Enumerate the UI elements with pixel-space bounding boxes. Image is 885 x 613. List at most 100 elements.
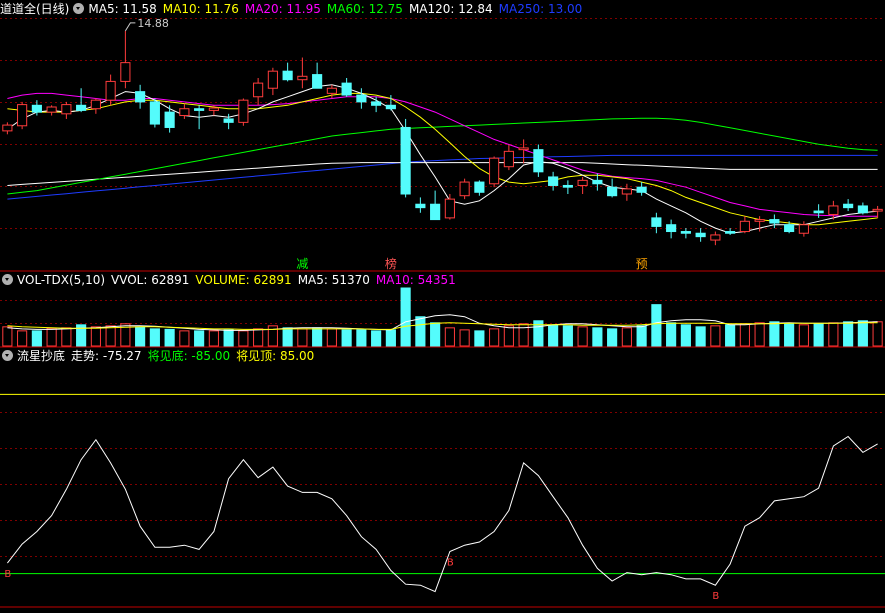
buy-signal-mark: B bbox=[447, 557, 454, 568]
volume-bar bbox=[813, 323, 824, 347]
ma-legend-item-5: MA250: 13.00 bbox=[498, 2, 583, 16]
volume-bar bbox=[577, 326, 588, 347]
candle-body bbox=[282, 70, 293, 81]
ma120-line bbox=[7, 162, 878, 186]
candle-body bbox=[46, 106, 57, 113]
chart-canvas: 14.88 B B B bbox=[0, 17, 885, 608]
dropdown-icon[interactable] bbox=[73, 3, 85, 14]
vol-legend-item-1: VOLUME: 62891 bbox=[195, 273, 292, 287]
candle-body bbox=[149, 101, 160, 125]
volume-bar bbox=[149, 328, 160, 347]
buy-signal-mark: B bbox=[4, 569, 11, 580]
signal-marker-2: 预 bbox=[635, 257, 648, 271]
vol-legend-item-0: VVOL: 62891 bbox=[111, 273, 190, 287]
volume-bar bbox=[725, 324, 736, 347]
candle-body bbox=[194, 108, 205, 111]
stock-chart-window[interactable]: 14.88 B B B 道道全(日线) MA5: 11.58 MA10: 11.76 MA… bbox=[0, 0, 885, 613]
volume-bar bbox=[621, 327, 632, 347]
volume-bar bbox=[592, 327, 603, 347]
vol-legend-item-2: MA5: 51370 bbox=[297, 273, 370, 287]
candle-body bbox=[179, 108, 190, 117]
volume-bar bbox=[666, 322, 677, 347]
volume-bar bbox=[548, 324, 559, 347]
ma20-line bbox=[7, 92, 878, 217]
candle-body bbox=[533, 149, 544, 173]
volume-bar bbox=[710, 325, 721, 347]
ma-legend: MA5: 11.58 MA10: 11.76 MA20: 11.95 MA60: 12… bbox=[88, 2, 588, 16]
candle-body bbox=[621, 188, 632, 195]
candle-body bbox=[769, 219, 780, 224]
candle-body bbox=[61, 104, 72, 115]
candle-body bbox=[385, 104, 396, 110]
ma10-line bbox=[7, 92, 878, 226]
volume-bar bbox=[46, 327, 57, 347]
volume-bar bbox=[489, 328, 500, 347]
volume-bar bbox=[784, 323, 795, 347]
candle-body bbox=[872, 208, 883, 212]
candle-body bbox=[444, 198, 455, 219]
candle-body bbox=[710, 234, 721, 241]
volume-bar bbox=[312, 327, 323, 347]
volume-bar bbox=[739, 323, 750, 347]
volume-bar bbox=[341, 329, 352, 347]
volume-bar bbox=[17, 330, 28, 347]
volume-bar bbox=[636, 325, 647, 347]
candle-body bbox=[223, 118, 234, 123]
candle-body bbox=[2, 124, 13, 132]
ind-legend-item-0: 走势: -75.27 bbox=[71, 349, 142, 363]
candle-body bbox=[326, 87, 337, 94]
candle-body bbox=[238, 99, 249, 123]
candle-body bbox=[518, 147, 529, 151]
volume-panel-header: VOL-TDX(5,10) VVOL: 62891 VOLUME: 62891 MA5… bbox=[0, 272, 468, 288]
candle-body bbox=[415, 203, 426, 209]
volume-bar bbox=[238, 330, 249, 347]
candle-body bbox=[90, 99, 101, 110]
volume-bar bbox=[459, 329, 470, 347]
volume-bar bbox=[444, 327, 455, 347]
dropdown-icon[interactable] bbox=[2, 274, 13, 285]
volume-legend: VVOL: 62891 VOLUME: 62891 MA5: 51370 MA10: … bbox=[111, 273, 462, 287]
vol-legend-item-3: MA10: 54351 bbox=[375, 273, 456, 287]
candle-body bbox=[135, 91, 146, 103]
candle-body bbox=[341, 82, 352, 96]
volume-bar bbox=[400, 287, 411, 347]
candle-body bbox=[592, 179, 603, 185]
main-panel-header: 道道全(日线) MA5: 11.58 MA10: 11.76 MA20: 11.95 M… bbox=[0, 1, 594, 17]
volume-bar bbox=[430, 322, 441, 347]
ma-legend-item-3: MA60: 12.75 bbox=[326, 2, 403, 16]
high-label: 14.88 bbox=[137, 17, 169, 30]
candle-body bbox=[17, 104, 28, 127]
candle-body bbox=[548, 176, 559, 186]
volume-bar bbox=[754, 322, 765, 347]
volume-bar bbox=[356, 329, 367, 347]
candle-body bbox=[577, 179, 588, 186]
candle-body bbox=[371, 101, 382, 106]
candle-body bbox=[489, 157, 500, 185]
candle-body bbox=[843, 203, 854, 209]
candle-body bbox=[813, 210, 824, 214]
volume-bar bbox=[164, 328, 175, 347]
candle-body bbox=[636, 186, 647, 193]
candle-body bbox=[695, 232, 706, 238]
buy-signal-mark: B bbox=[712, 591, 719, 602]
volume-bar bbox=[843, 321, 854, 347]
volume-bar bbox=[135, 326, 146, 347]
volume-bar bbox=[282, 327, 293, 347]
ma60-line bbox=[7, 117, 878, 195]
volume-bar bbox=[326, 328, 337, 347]
candle-body bbox=[666, 224, 677, 233]
volume-bar bbox=[253, 328, 264, 347]
candle-body bbox=[562, 184, 573, 188]
volume-bar bbox=[769, 321, 780, 347]
volume-bar bbox=[297, 328, 308, 347]
dropdown-icon[interactable] bbox=[2, 350, 13, 361]
volume-bar bbox=[2, 326, 13, 347]
volume-bar bbox=[415, 316, 426, 347]
volume-bar bbox=[61, 327, 72, 347]
candle-body bbox=[784, 224, 795, 233]
volume-bar bbox=[503, 325, 514, 347]
volume-bar bbox=[179, 330, 190, 347]
candle-body bbox=[267, 70, 278, 89]
candle-body bbox=[607, 186, 618, 197]
candle-body bbox=[76, 104, 87, 111]
